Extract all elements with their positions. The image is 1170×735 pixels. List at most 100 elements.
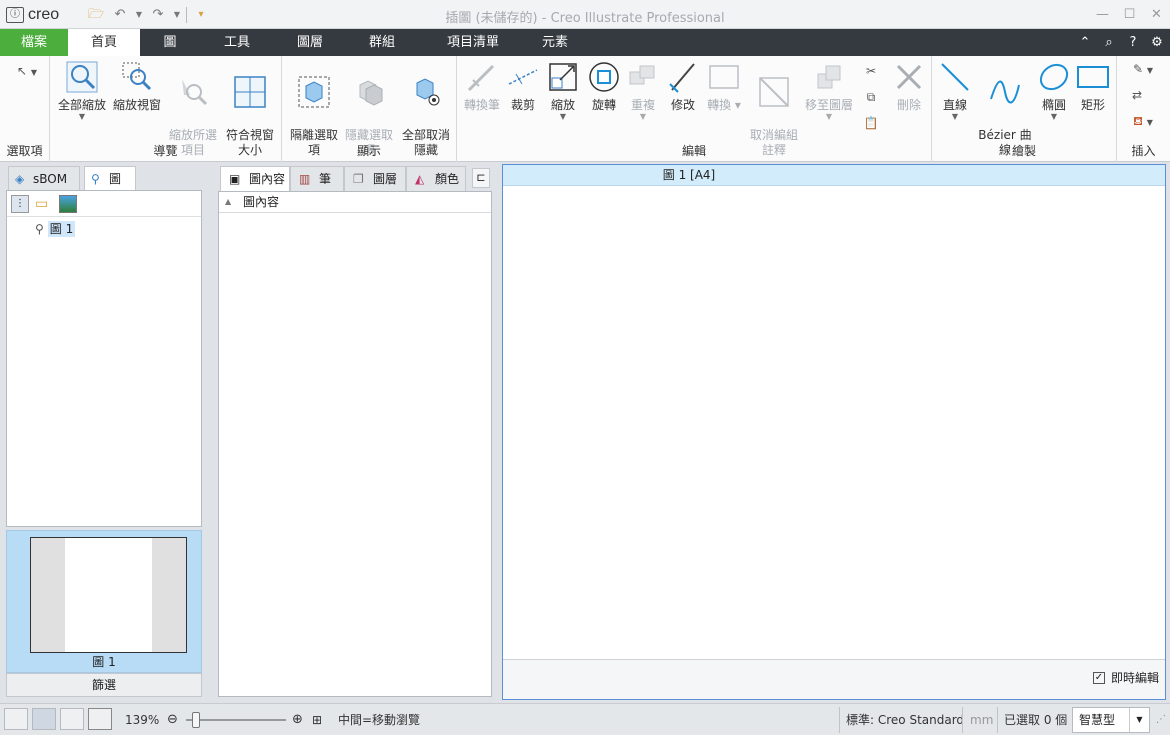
unhide-cube-icon	[416, 78, 440, 106]
panel-overflow-icon[interactable]: ⊏	[472, 168, 490, 188]
move-to-layer-button[interactable]: 移至圖層 ▼	[803, 60, 855, 121]
live-edit-toggle[interactable]: ✓ 即時編輯	[1092, 669, 1159, 686]
rectangle-button[interactable]: 矩形	[1074, 60, 1112, 113]
paste-icon[interactable]: 📋	[857, 112, 885, 134]
tab-figure[interactable]: 圖	[140, 29, 200, 56]
zoom-all-icon	[66, 61, 98, 93]
tab-layers-panel[interactable]: ❐ 圖層	[344, 166, 406, 191]
tab-item-list[interactable]: 項目清單	[430, 29, 516, 56]
tab-sbom[interactable]: ◈ sBOM	[8, 166, 80, 190]
figure-content-panel: ▲ 圖內容	[218, 191, 492, 697]
selection-mode-select[interactable]: 智慧型 ▼	[1072, 707, 1150, 733]
tab-figure-content-label: 圖內容	[249, 172, 286, 186]
group-label-draw: 繪製	[1011, 144, 1036, 158]
cut-icon[interactable]: ✂	[857, 60, 885, 82]
tree-item-label: 圖 1	[47, 221, 76, 237]
group-label-display: 顯示	[356, 144, 381, 158]
chevron-down-icon[interactable]: ▼	[1129, 708, 1149, 732]
layers-icon: ❐	[353, 172, 364, 186]
convert-button[interactable]: 轉換 ▾	[703, 60, 745, 113]
group-navigate: 全部縮放 ▼ 縮放視窗 縮放所選 項目 符合視窗 大小 導覽	[50, 56, 282, 162]
layout-split-vertical-icon[interactable]	[32, 708, 56, 730]
help-icon[interactable]: ?	[1124, 35, 1142, 50]
color-fill-icon: ◭	[415, 172, 425, 186]
rectangle-icon	[1077, 66, 1109, 88]
line-button[interactable]: 直線 ▼	[936, 60, 974, 121]
selection-mode-value: 智慧型	[1079, 713, 1116, 727]
rotate-button[interactable]: 旋轉	[585, 60, 623, 113]
minimize-icon[interactable]: —	[1089, 0, 1116, 29]
convert-pen-icon	[467, 64, 495, 92]
insert-stamp-icon[interactable]: ⛾ ▼	[1123, 110, 1163, 132]
crop-icon	[508, 69, 538, 85]
copy-icon[interactable]: ⧉	[857, 86, 885, 108]
maximize-icon[interactable]: ☐	[1116, 0, 1143, 29]
repeat-button[interactable]: 重複 ▼	[625, 60, 661, 121]
insert-text-icon[interactable]: ✎ ▼	[1123, 58, 1163, 80]
tab-layers[interactable]: 圖層	[278, 29, 342, 56]
tab-sbom-label: sBOM	[33, 172, 68, 186]
preview-margin-right	[152, 538, 186, 652]
close-icon[interactable]: ✕	[1143, 0, 1170, 29]
group-draw: 直線 ▼ Bézier 曲 線 橢圓 ▼ 矩形 繪製	[932, 56, 1117, 162]
layout-split-horizontal-icon[interactable]	[60, 708, 84, 730]
tab-figures[interactable]: ⚲ 圖	[84, 166, 136, 191]
resize-grip-icon: ⋰	[1156, 714, 1166, 725]
zoom-slider[interactable]	[186, 712, 286, 728]
sort-asc-icon: ▲	[225, 197, 232, 206]
live-edit-label: 即時編輯	[1110, 671, 1159, 685]
tree-view-icon[interactable]: ⋮	[11, 194, 29, 213]
folder-icon[interactable]: ▭	[35, 195, 53, 213]
zoom-out-icon[interactable]: ⊖	[167, 709, 178, 731]
tab-home[interactable]: 首頁	[68, 29, 140, 56]
mouse-hint: 中間=移動瀏覽	[338, 713, 421, 727]
live-edit-checkbox[interactable]: ✓	[1092, 671, 1105, 684]
column-header[interactable]: ▲ 圖內容	[219, 192, 491, 213]
tab-elements[interactable]: 元素	[524, 29, 586, 56]
modify-button[interactable]: 修改	[665, 60, 701, 113]
ellipse-button[interactable]: 橢圓 ▼	[1036, 60, 1072, 121]
image-icon[interactable]	[59, 194, 77, 213]
tree-toolbar: ⋮ ▭	[7, 191, 201, 217]
figure-node-icon: ⚲	[35, 222, 44, 236]
ungroup-annotation-icon	[759, 77, 789, 107]
status-divider	[962, 707, 963, 733]
tab-figure-content[interactable]: ▣ 圖內容	[220, 166, 290, 191]
zoom-in-icon[interactable]: ⊕	[292, 709, 303, 731]
crop-button[interactable]: 裁剪	[505, 60, 541, 113]
filter-button[interactable]: 篩選	[6, 673, 202, 697]
tab-groups[interactable]: 群組	[350, 29, 414, 56]
tab-tools[interactable]: 工具	[205, 29, 269, 56]
left-panel-tabs: ◈ sBOM ⚲ 圖	[6, 166, 202, 191]
fit-window-icon	[234, 76, 266, 108]
search-icon[interactable]: ⌕	[1100, 35, 1118, 50]
status-divider	[997, 707, 998, 733]
layout-canvas-only-icon[interactable]	[88, 708, 112, 730]
window-controls: — ☐ ✕	[1089, 0, 1170, 29]
drawing-canvas[interactable]: 圖 1 [A4] ✓ 即時編輯	[502, 164, 1166, 700]
convert-pen-button[interactable]: 轉換筆	[461, 60, 503, 113]
zoom-slider-thumb[interactable]	[192, 712, 200, 728]
zoom-selected-icon	[182, 79, 208, 106]
tab-pens-label: 筆	[319, 172, 332, 186]
group-display: 隔離選取 項 隱藏選取 項 全部取消 隱藏 顯示	[282, 56, 457, 162]
tab-pens[interactable]: ▥ 筆	[290, 166, 344, 191]
delete-button[interactable]: 刪除	[891, 60, 927, 113]
figure-icon: ⚲	[91, 172, 100, 186]
collapse-ribbon-icon[interactable]: ⌃	[1076, 35, 1094, 50]
insert-field-icon[interactable]: ⇄	[1123, 84, 1151, 106]
group-label-navigate: 導覽	[153, 144, 178, 158]
select-pointer-icon[interactable]: ↖ ▼	[8, 60, 46, 82]
zoom-all-button[interactable]: 全部縮放 ▼	[56, 60, 108, 121]
tab-file[interactable]: 檔案	[0, 29, 68, 56]
tab-colors[interactable]: ◭ 顏色	[406, 166, 466, 191]
settings-gear-icon[interactable]: ⚙	[1148, 35, 1166, 50]
pens-icon: ▥	[299, 172, 311, 186]
tree-item-figure-1[interactable]: ⚲ 圖 1	[35, 221, 76, 237]
zoom-window-button[interactable]: 縮放視窗	[112, 60, 162, 113]
layout-single-icon[interactable]	[4, 708, 28, 730]
convert-icon	[709, 65, 739, 89]
scale-button[interactable]: 縮放 ▼	[545, 60, 581, 121]
figure-preview[interactable]: 圖 1	[6, 530, 202, 673]
fit-view-icon[interactable]: ⊞	[312, 709, 322, 731]
